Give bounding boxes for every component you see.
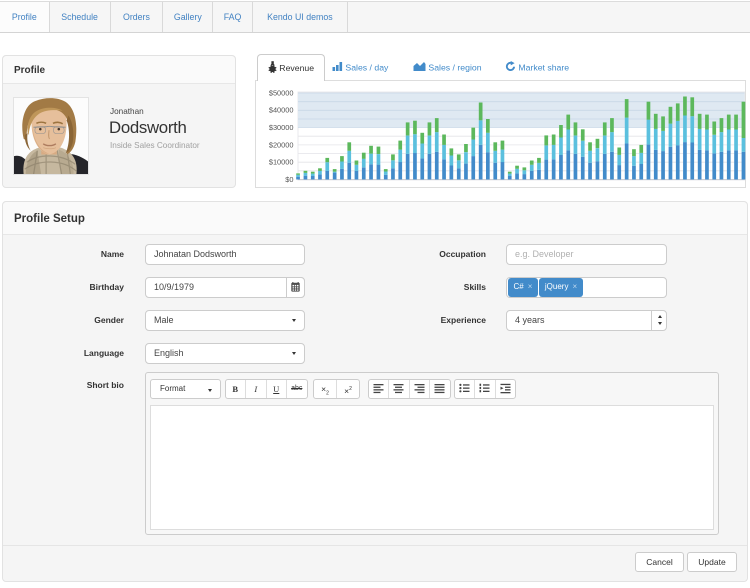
svg-text:$30000: $30000	[269, 123, 294, 132]
svg-text:$40000: $40000	[269, 106, 294, 115]
svg-text:$50000: $50000	[269, 88, 294, 97]
svg-text:$0: $0	[285, 175, 293, 184]
svg-text:$10000: $10000	[269, 158, 294, 167]
svg-text:$20000: $20000	[269, 140, 294, 149]
